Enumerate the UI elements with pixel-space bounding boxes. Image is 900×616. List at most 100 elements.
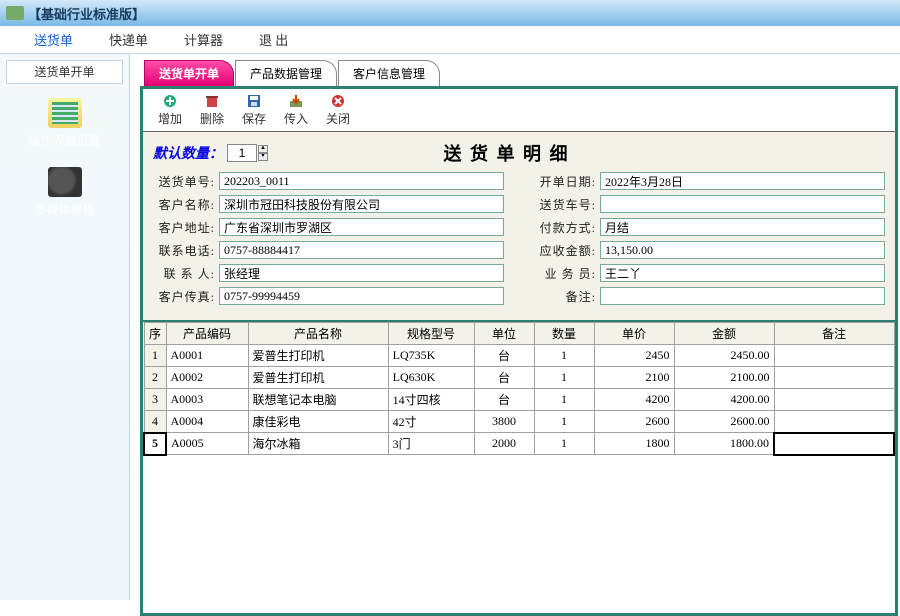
tab-2[interactable]: 客户信息管理 [338,60,440,86]
form-title: 送 货 单 明 细 [268,140,745,166]
cell[interactable]: 1800 [594,433,674,455]
form-input-right-3[interactable] [600,241,885,259]
cell[interactable]: 台 [474,345,534,367]
table-row[interactable]: 3A0003联想笔记本电脑14寸四核台142004200.00 [144,389,894,411]
cell[interactable]: 台 [474,389,534,411]
table-row[interactable]: 4A0004康佳彩电42寸3800126002600.00 [144,411,894,433]
col-header-6[interactable]: 单价 [594,323,674,345]
cell[interactable]: 1 [534,411,594,433]
qty-spinner[interactable]: ▲▼ [258,145,268,161]
form-input-left-1[interactable] [219,195,504,213]
cell[interactable]: A0005 [166,433,248,455]
form-input-right-5[interactable] [600,287,885,305]
cell[interactable]: 1 [534,433,594,455]
sidebar-header[interactable]: 送货单开单 [6,60,123,84]
delete-button[interactable]: 删除 [191,91,233,129]
cell[interactable]: 42寸 [388,411,474,433]
row-header[interactable]: 3 [144,389,166,411]
sidebar-item-0[interactable]: 操作界面设置 [0,90,129,159]
menu-item-3[interactable]: 退 出 [241,26,306,53]
cell[interactable]: 爱普生打印机 [248,345,388,367]
col-header-0[interactable]: 序 [144,323,166,345]
cell[interactable]: 2450.00 [674,345,774,367]
form-input-right-4[interactable] [600,264,885,282]
ic-grid-icon [48,98,82,128]
cell[interactable]: A0004 [166,411,248,433]
form-input-right-1[interactable] [600,195,885,213]
cell[interactable]: 联想笔记本电脑 [248,389,388,411]
form-input-left-3[interactable] [219,241,504,259]
form-row-left-4: 联 系 人: [153,264,504,282]
cell[interactable]: 台 [474,367,534,389]
cell[interactable]: 2100.00 [674,367,774,389]
add-button[interactable]: 增加 [149,91,191,129]
menu-item-2[interactable]: 计算器 [166,26,241,53]
form-input-left-0[interactable] [219,172,504,190]
cell[interactable]: A0003 [166,389,248,411]
tab-0[interactable]: 送货单开单 [144,60,234,86]
cell[interactable]: 海尔冰箱 [248,433,388,455]
cell[interactable]: 4200 [594,389,674,411]
save-button[interactable]: 保存 [233,91,275,129]
tab-1[interactable]: 产品数据管理 [235,60,337,86]
cell[interactable]: 2000 [474,433,534,455]
cell[interactable]: 3800 [474,411,534,433]
cell[interactable]: 1 [534,367,594,389]
row-header[interactable]: 5 [144,433,166,455]
default-qty-input[interactable] [227,144,257,162]
cell[interactable] [774,411,894,433]
cell[interactable]: 2450 [594,345,674,367]
col-header-5[interactable]: 数量 [534,323,594,345]
cell[interactable]: 1 [534,345,594,367]
form-input-left-2[interactable] [219,218,504,236]
cell[interactable]: LQ735K [388,345,474,367]
data-grid[interactable]: 序产品编码产品名称规格型号单位数量单价金额备注 1A0001爱普生打印机LQ73… [143,322,895,456]
form-row-right-0: 开单日期: [534,172,885,190]
table-row[interactable]: 5A0005海尔冰箱3门2000118001800.00 [144,433,894,455]
window-title: 【基础行业标准版】 [28,4,145,23]
import-button[interactable]: 传入 [275,91,317,129]
cell[interactable]: 2100 [594,367,674,389]
col-header-7[interactable]: 金额 [674,323,774,345]
row-header[interactable]: 1 [144,345,166,367]
form-input-left-4[interactable] [219,264,504,282]
col-header-3[interactable]: 规格型号 [388,323,474,345]
cell[interactable] [774,389,894,411]
close-button[interactable]: 关闭 [317,91,359,129]
cell[interactable]: A0002 [166,367,248,389]
menubar: 送货单快递单计算器退 出 [0,26,900,54]
col-header-1[interactable]: 产品编码 [166,323,248,345]
cell[interactable]: A0001 [166,345,248,367]
cell[interactable]: 康佳彩电 [248,411,388,433]
form-input-right-2[interactable] [600,218,885,236]
cell[interactable] [774,433,894,455]
table-row[interactable]: 1A0001爱普生打印机LQ735K台124502450.00 [144,345,894,367]
form-label: 联系电话: [153,242,219,259]
row-header[interactable]: 4 [144,411,166,433]
toolbar: 增加删除保存传入关闭 [143,89,895,132]
col-header-2[interactable]: 产品名称 [248,323,388,345]
form-label: 客户名称: [153,196,219,213]
sidebar-item-1[interactable]: 多媒体教程 [0,159,129,228]
table-row[interactable]: 2A0002爱普生打印机LQ630K台121002100.00 [144,367,894,389]
menu-item-1[interactable]: 快递单 [91,26,166,53]
col-header-8[interactable]: 备注 [774,323,894,345]
form-input-left-5[interactable] [219,287,504,305]
cell[interactable]: 3门 [388,433,474,455]
tabstrip: 送货单开单产品数据管理客户信息管理 [144,60,898,86]
cell[interactable]: 2600 [594,411,674,433]
cell[interactable]: 2600.00 [674,411,774,433]
menu-item-0[interactable]: 送货单 [16,26,91,53]
cell[interactable] [774,367,894,389]
toolbar-label: 关闭 [317,110,359,127]
cell[interactable]: 4200.00 [674,389,774,411]
form-input-right-0[interactable] [600,172,885,190]
col-header-4[interactable]: 单位 [474,323,534,345]
cell[interactable]: 爱普生打印机 [248,367,388,389]
cell[interactable]: 14寸四核 [388,389,474,411]
cell[interactable]: 1 [534,389,594,411]
row-header[interactable]: 2 [144,367,166,389]
cell[interactable] [774,345,894,367]
cell[interactable]: 1800.00 [674,433,774,455]
cell[interactable]: LQ630K [388,367,474,389]
